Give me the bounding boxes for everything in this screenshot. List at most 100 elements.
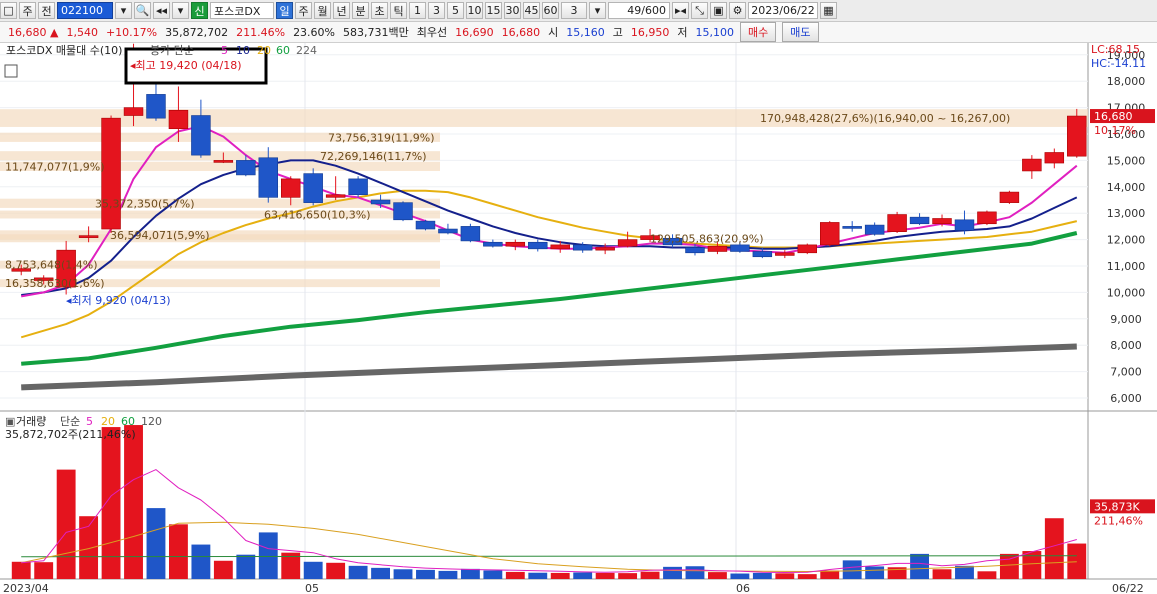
trade-amount: 583,731백만 <box>343 26 409 39</box>
minute-option-5[interactable]: 5 <box>447 2 464 19</box>
legend-ma224: 224 <box>296 44 317 57</box>
zoom-icon[interactable]: ▸◂ <box>672 2 689 19</box>
candle-body <box>909 216 930 225</box>
x-label-end: 06/22 <box>1112 582 1144 594</box>
sound-icon[interactable]: ◂◂ <box>153 2 170 19</box>
search-icon[interactable]: 🔍 <box>134 2 151 19</box>
candle-body <box>78 235 99 238</box>
volume-bar <box>348 565 368 579</box>
legend-ma5: 5 <box>221 44 228 57</box>
custom-period-input[interactable]: 3 <box>561 2 587 19</box>
volume-bar <box>438 570 458 579</box>
candle-body <box>213 160 234 163</box>
minute-option-10[interactable]: 10 <box>466 2 483 19</box>
x-label-may: 05 <box>305 582 319 594</box>
candle-body <box>819 222 840 246</box>
sound-dropdown-icon[interactable]: ▾ <box>172 2 189 19</box>
window-menu-button[interactable]: □ <box>0 2 17 19</box>
stock-code-input[interactable]: 022100 <box>57 2 113 19</box>
candle-body <box>1022 158 1042 172</box>
sell-button[interactable]: 매도 <box>782 22 819 42</box>
volume-legend-60: 60 <box>121 415 135 428</box>
period-tab-second[interactable]: 초 <box>371 2 388 19</box>
price-tick-label: 12,000 <box>1107 234 1146 247</box>
low-label: 저 <box>677 26 688 39</box>
price-tick-label: 10,000 <box>1107 286 1146 299</box>
volume-ratio: 211.46% <box>236 25 286 39</box>
current-pct-tag: 10.17% <box>1094 124 1136 137</box>
candle-body <box>415 220 436 230</box>
chart-area[interactable]: 19,00018,00017,00016,00015,00014,00013,0… <box>0 43 1157 594</box>
volume-bar <box>460 568 480 579</box>
candle-body <box>1067 115 1087 157</box>
volume-bar <box>124 425 143 579</box>
current-price: 16,680 ▲ <box>8 25 59 39</box>
volume-bar <box>730 573 750 579</box>
candle-body <box>101 117 121 230</box>
volume-bar <box>393 569 413 579</box>
total-toggle-button[interactable]: 전 <box>38 2 55 19</box>
volume-profile-label: 16,358,630(1,6%) <box>5 277 105 290</box>
save-icon[interactable]: ▣ <box>710 2 727 19</box>
volume-bar <box>303 561 323 579</box>
volume-profile-label: 73,756,319(11,9%) <box>328 131 435 144</box>
buy-button[interactable]: 매수 <box>740 22 777 42</box>
low-annotation: ◂최저 9,920 (04/13) <box>66 294 171 307</box>
period-tab-day[interactable]: 일 <box>276 2 293 19</box>
volume-profile-label: 35,372,350(5,7%) <box>95 197 195 210</box>
candle-body <box>954 219 975 231</box>
minute-option-15[interactable]: 15 <box>485 2 502 19</box>
candle-body <box>685 247 705 254</box>
volume-bar <box>236 554 256 579</box>
candle-body <box>775 252 795 256</box>
volume-profile-label: 63,416,650(10,3%) <box>264 209 371 222</box>
volume-bar <box>618 573 638 579</box>
draw-tool-icon[interactable]: ⤡ <box>691 2 708 19</box>
minute-option-1[interactable]: 1 <box>409 2 426 19</box>
candle-body <box>236 160 256 176</box>
period-tab-tick[interactable]: 틱 <box>390 2 407 19</box>
volume-bar <box>752 572 772 579</box>
stock-name-field[interactable]: 포스코DX <box>210 2 274 19</box>
volume-bar <box>11 561 31 579</box>
hc-label: HC:-14.11 <box>1091 57 1146 70</box>
market-select-button[interactable]: 주 <box>19 2 36 19</box>
candle-body <box>595 247 615 251</box>
candle-body <box>258 157 279 198</box>
candle-body <box>348 178 368 196</box>
volume-bar <box>797 574 817 579</box>
period-tab-year[interactable]: 년 <box>333 2 350 19</box>
code-dropdown-icon[interactable]: ▾ <box>115 2 132 19</box>
volume-profile-label: 8,753,648(1,4%) <box>5 259 98 272</box>
price-tick-label: 11,000 <box>1107 260 1146 273</box>
top-toolbar: □ 주 전 022100 ▾ 🔍 ◂◂ ▾ 신 포스코DX 일 주 월 년 분 … <box>0 0 1157 22</box>
volume-legend-20: 20 <box>101 415 115 428</box>
period-tab-month[interactable]: 월 <box>314 2 331 19</box>
minute-option-45[interactable]: 45 <box>523 2 540 19</box>
volume-bar <box>191 544 211 579</box>
volume-pct-tag: 211,46% <box>1094 514 1143 527</box>
custom-period-dropdown-icon[interactable]: ▾ <box>589 2 606 19</box>
minute-option-3[interactable]: 3 <box>428 2 445 19</box>
minute-option-30[interactable]: 30 <box>504 2 521 19</box>
volume-profile-label: 36,594,071(5,9%) <box>110 229 210 242</box>
open-label: 시 <box>548 26 559 39</box>
best-quote-label: 최우선 <box>416 26 448 39</box>
period-tab-minute[interactable]: 분 <box>352 2 369 19</box>
candle-body <box>1044 152 1065 164</box>
period-tab-week[interactable]: 주 <box>295 2 312 19</box>
volume-bar <box>1067 543 1087 579</box>
candle-body <box>752 251 773 258</box>
volume-bar <box>169 524 188 579</box>
gear-icon[interactable]: ⚙ <box>729 2 746 19</box>
volume-bar <box>842 560 862 579</box>
minute-option-60[interactable]: 60 <box>542 2 559 19</box>
calendar-icon[interactable]: ▦ <box>820 2 837 19</box>
price-tick-label: 13,000 <box>1107 207 1146 220</box>
price-tick-label: 18,000 <box>1107 75 1146 88</box>
date-field[interactable]: 2023/06/22 <box>748 2 818 19</box>
volume-bar <box>483 570 503 579</box>
candle-body <box>325 194 346 198</box>
data-count-field[interactable]: 49/600 <box>608 2 670 19</box>
volume-bar <box>999 553 1019 579</box>
